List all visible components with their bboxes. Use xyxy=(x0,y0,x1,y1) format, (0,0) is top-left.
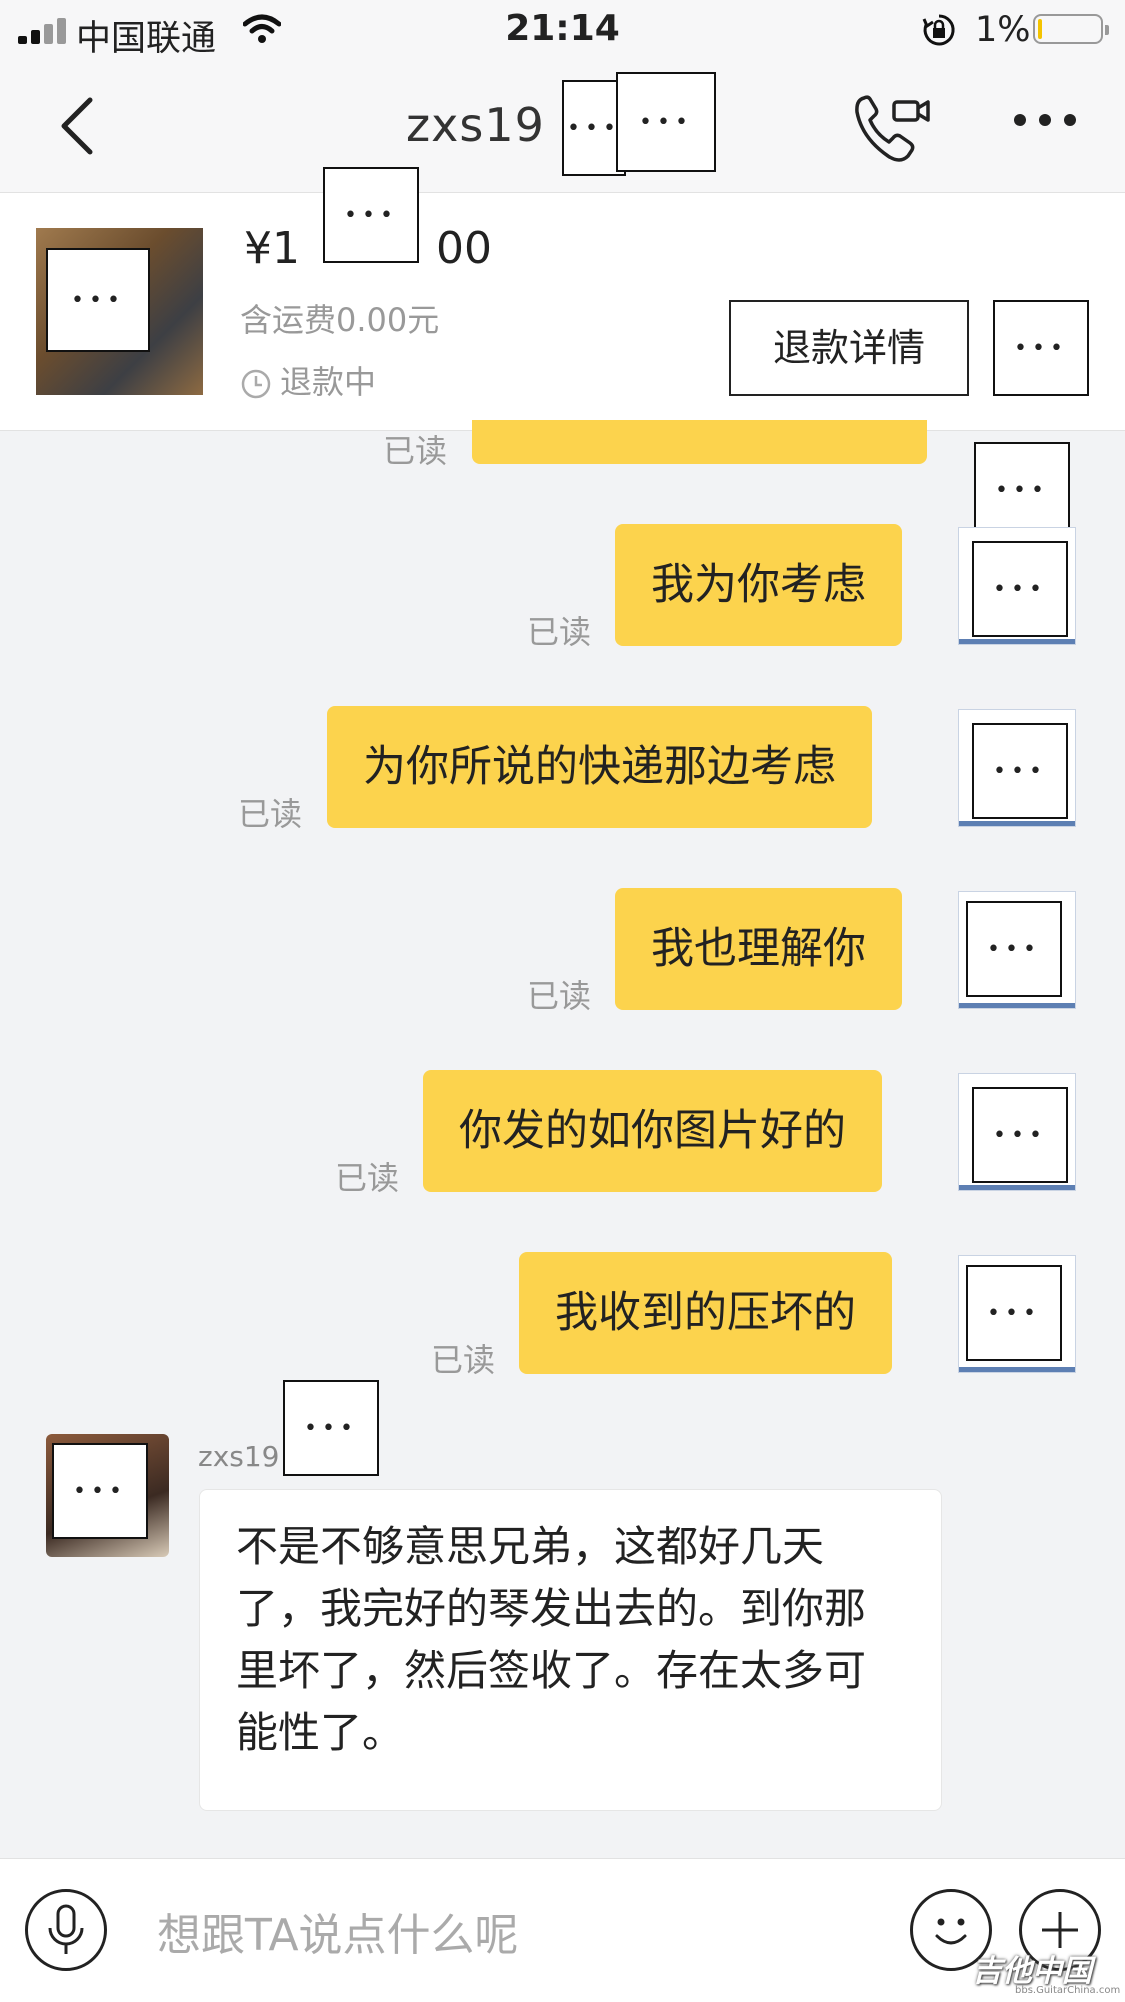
chat-header: zxs19 xyxy=(0,60,1125,193)
order-price: ¥1 xyxy=(244,223,300,274)
sent-message[interactable]: 我收到的压坏的 xyxy=(519,1252,892,1374)
battery-percent: 1% xyxy=(975,10,1031,50)
my-avatar[interactable] xyxy=(958,1073,1076,1191)
redacted-avatar xyxy=(974,442,1070,538)
status-bar: 中国联通 21:14 1% xyxy=(0,0,1125,60)
call-video-icon[interactable] xyxy=(852,90,932,166)
sent-message[interactable]: 你发的如你图片好的 xyxy=(423,1070,882,1192)
read-receipt: 已读 xyxy=(335,1159,400,1197)
shipping-fee: 含运费0.00元 xyxy=(240,301,440,339)
sent-message[interactable]: 我为你考虑 xyxy=(615,524,902,646)
my-avatar[interactable] xyxy=(958,527,1076,645)
watermark-logo: 吉他中国 xyxy=(972,1954,1092,1989)
redacted-price xyxy=(323,167,419,263)
redacted-avatar xyxy=(966,901,1062,997)
redacted-title-2 xyxy=(616,72,716,172)
redacted-avatar xyxy=(52,1443,148,1539)
refund-details-button[interactable]: 退款详情 xyxy=(729,300,969,396)
redacted-avatar xyxy=(966,1265,1062,1361)
my-avatar[interactable] xyxy=(958,891,1076,1009)
more-icon[interactable] xyxy=(1012,110,1078,130)
clock-time: 21:14 xyxy=(505,8,620,49)
redacted-avatar xyxy=(972,541,1068,637)
received-message[interactable]: 不是不够意思兄弟，这都好几天了，我完好的琴发出去的。到你那里坏了，然后签收了。存… xyxy=(199,1489,942,1811)
contact-avatar[interactable] xyxy=(46,1434,169,1557)
my-avatar[interactable] xyxy=(958,1255,1076,1373)
input-bar: 想跟TA说点什么呢 xyxy=(0,1858,1125,2002)
read-receipt: 已读 xyxy=(527,977,592,1015)
clock-icon xyxy=(241,369,271,399)
redacted-sender xyxy=(283,1380,379,1476)
voice-button[interactable] xyxy=(25,1889,107,1971)
redacted-avatar xyxy=(972,723,1068,819)
refund-status: 退款中 xyxy=(240,357,376,403)
order-card[interactable]: ¥1 00 含运费0.00元 退款中 退款详情 xyxy=(0,167,1125,431)
redacted-avatar xyxy=(972,1087,1068,1183)
refund-status-label: 退款中 xyxy=(280,363,377,401)
message-input[interactable]: 想跟TA说点什么呢 xyxy=(157,1899,519,1963)
rotation-lock-icon xyxy=(922,14,955,46)
battery-icon xyxy=(1033,14,1109,44)
redacted-button xyxy=(993,300,1089,396)
chat-title: zxs19 xyxy=(406,98,545,152)
order-price-tail: 00 xyxy=(436,223,492,274)
back-icon[interactable] xyxy=(52,94,102,158)
read-receipt: 已读 xyxy=(431,1341,496,1379)
read-receipt: 已读 xyxy=(238,795,303,833)
my-avatar[interactable] xyxy=(958,709,1076,827)
read-receipt: 已读 xyxy=(383,432,448,470)
message-bubble-partial xyxy=(472,420,927,464)
sent-message[interactable]: 我也理解你 xyxy=(615,888,902,1010)
read-receipt: 已读 xyxy=(527,613,592,651)
sent-message[interactable]: 为你所说的快递那边考虑 xyxy=(327,706,872,828)
sender-name: zxs19 xyxy=(198,1440,280,1473)
microphone-icon xyxy=(48,1904,84,1954)
product-thumbnail[interactable] xyxy=(36,228,203,395)
redacted-thumbnail xyxy=(46,248,150,352)
watermark-url: bbs.GuitarChina.com xyxy=(1015,1985,1121,1996)
